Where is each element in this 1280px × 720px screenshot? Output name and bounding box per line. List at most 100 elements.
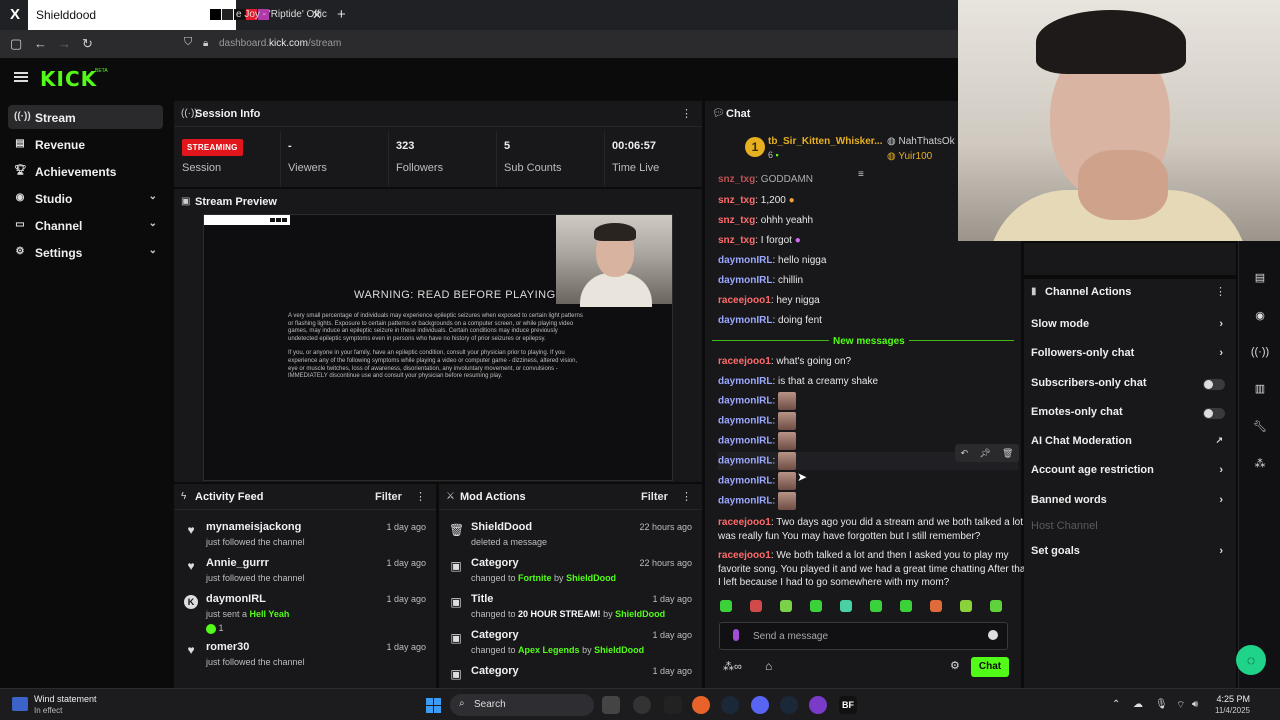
emote-icon[interactable] (840, 600, 852, 612)
chat-message[interactable]: raceejooo1: hey nigga (718, 295, 820, 306)
emote-icon[interactable] (750, 600, 762, 612)
emote-icon[interactable] (780, 600, 792, 612)
chat-username[interactable]: snz_txg (718, 215, 755, 226)
chat-username[interactable]: daymonIRL (718, 496, 772, 507)
emotes-only-toggle[interactable] (1203, 408, 1225, 419)
gifter-3[interactable]: ◍ Yuir100 (887, 151, 932, 162)
new-tab-icon[interactable]: + (337, 6, 346, 23)
stream-preview-video[interactable]: WARNING: READ BEFORE PLAYING A very smal… (203, 214, 673, 481)
top-gifter-name[interactable]: tb_Sir_Kitten_Whisker... (768, 136, 882, 147)
steam-icon[interactable] (721, 696, 739, 714)
sidebar-item-channel[interactable]: ▭ Channel ⌄ (8, 213, 163, 237)
clock-time[interactable]: 4:25 PM (1206, 694, 1250, 704)
url-field[interactable]: dashboard.kick.com/stream (219, 38, 341, 49)
chat-username[interactable]: snz_txg (718, 235, 755, 246)
bf-app-icon[interactable]: BF (839, 696, 857, 714)
chat-message[interactable]: daymonIRL: chillin (718, 275, 803, 286)
more-icon[interactable]: ⋮ (415, 490, 426, 503)
subscribers-only-toggle[interactable] (1203, 379, 1225, 390)
trash-icon[interactable]: 🗑︎ (1002, 448, 1013, 459)
community-icon[interactable]: ⁂∞ (723, 660, 742, 673)
followers-only-item[interactable]: Followers-only chat › (1031, 347, 1231, 367)
set-goals-item[interactable]: Set goals › (1031, 545, 1231, 565)
active-tab[interactable]: Shielddood (28, 0, 269, 30)
tray-chevron-icon[interactable]: ⌃ (1112, 699, 1120, 710)
chat-username[interactable]: daymonIRL (718, 315, 772, 326)
weather-title[interactable]: Wind statement (34, 694, 97, 704)
chat-message[interactable]: daymonIRL: (718, 432, 797, 450)
emote-icon[interactable] (960, 600, 972, 612)
sidebar-item-revenue[interactable]: ▤ Revenue (8, 132, 163, 156)
chat-message[interactable]: daymonIRL: (718, 412, 797, 430)
more-icon[interactable]: ⋮ (681, 107, 692, 120)
chat-username[interactable]: daymonIRL (718, 456, 772, 467)
chat-username[interactable]: daymonIRL (718, 396, 772, 407)
weather-alert-icon[interactable] (12, 697, 28, 711)
feed-user[interactable]: romer30 (206, 641, 249, 653)
emote-icon[interactable] (870, 600, 882, 612)
chat-username[interactable]: raceejooo1 (718, 517, 771, 528)
window-icon[interactable]: ▢ (10, 36, 22, 52)
chat-username[interactable]: raceejooo1 (718, 550, 771, 561)
emote-icon[interactable] (720, 600, 732, 612)
slow-mode-item[interactable]: Slow mode › (1031, 318, 1231, 338)
ai-moderation-item[interactable]: AI Chat Moderation ↗ (1031, 435, 1231, 455)
chat-message[interactable]: raceejooo1: Two days ago you did a strea… (718, 516, 1031, 543)
discord-icon[interactable] (751, 696, 769, 714)
mod-user-link[interactable]: ShieldDood (594, 645, 644, 655)
chat-icon[interactable]: ◉ (1248, 304, 1272, 328)
clock-date[interactable]: 11/4/2025 (1200, 706, 1250, 715)
chat-username[interactable]: daymonIRL (718, 255, 772, 266)
banned-words-item[interactable]: Banned words › (1031, 494, 1231, 514)
feed-user[interactable]: mynameisjackong (206, 521, 301, 533)
obs-icon[interactable] (633, 696, 651, 714)
chat-message[interactable]: snz_txg: ohhh yeahh (718, 215, 813, 226)
chat-username[interactable]: daymonIRL (718, 416, 772, 427)
sidebar-item-stream[interactable]: ((·)) Stream (8, 105, 163, 129)
chat-message[interactable]: daymonIRL: (718, 392, 797, 410)
community-icon[interactable]: ⁂ (1248, 452, 1272, 476)
chat-message[interactable]: raceejooo1: what's going on? (718, 356, 851, 367)
reply-icon[interactable]: ↶ (961, 448, 969, 459)
volume-icon[interactable]: 🔊︎ (1192, 699, 1198, 710)
pin-icon[interactable]: 📌︎ (979, 448, 990, 459)
chat-username[interactable]: daymonIRL (718, 436, 772, 447)
steam-icon-2[interactable] (780, 696, 798, 714)
send-chat-button[interactable]: Chat (971, 657, 1009, 677)
chat-message[interactable]: daymonIRL: doing fent (718, 315, 822, 326)
emote-icon[interactable] (900, 600, 912, 612)
chat-username[interactable]: daymonIRL (718, 376, 772, 387)
task-view-icon[interactable] (602, 696, 620, 714)
close-tab-icon[interactable]: ✕ (312, 8, 322, 22)
cloud-icon[interactable]: ☁ (1133, 699, 1143, 710)
mic-icon[interactable]: 🎙︎ (1155, 699, 1168, 710)
chat-username[interactable]: raceejooo1 (718, 295, 771, 306)
sidebar-item-achievements[interactable]: 🏆︎ Achievements (8, 159, 163, 183)
mod-user-link[interactable]: ShieldDood (566, 573, 616, 583)
chat-message[interactable]: daymonIRL: (718, 492, 797, 510)
shield-icon[interactable]: ⛉ (184, 36, 192, 49)
forward-icon[interactable]: → (58, 36, 71, 51)
feed-user[interactable]: daymonIRL (206, 593, 266, 605)
collapse-pins-icon[interactable]: ≡ (858, 169, 864, 180)
broadcast-icon[interactable]: ((·)) (1248, 340, 1272, 364)
more-icon[interactable]: ⋮ (681, 490, 692, 503)
gifter-2[interactable]: ◍ NahThatsOk (887, 136, 955, 147)
sidebar-item-settings[interactable]: ⚙ Settings ⌄ (8, 240, 163, 264)
gift-icon[interactable]: ⌂ (765, 659, 772, 673)
chat-username[interactable]: daymonIRL (718, 476, 772, 487)
emote-icon[interactable] (930, 600, 942, 612)
wrench-icon[interactable]: 🔧︎ (1248, 415, 1272, 439)
layout-icon[interactable]: ▥ (1248, 377, 1272, 401)
support-button[interactable]: ◌ (1236, 645, 1266, 675)
emote-icon[interactable] (810, 600, 822, 612)
mod-user[interactable]: ShieldDood (471, 521, 532, 533)
chat-username[interactable]: snz_txg (718, 174, 755, 185)
chat-message[interactable]: daymonIRL: (718, 472, 797, 490)
kick-logo[interactable]: KICK (40, 67, 97, 91)
chat-message[interactable]: snz_txg: 1,200 ● (718, 195, 795, 206)
chat-username[interactable]: daymonIRL (718, 275, 772, 286)
chat-input[interactable]: Send a message (719, 622, 1008, 650)
app-icon[interactable] (809, 696, 827, 714)
chat-message[interactable]: snz_txg: GODDAMN (718, 174, 813, 185)
